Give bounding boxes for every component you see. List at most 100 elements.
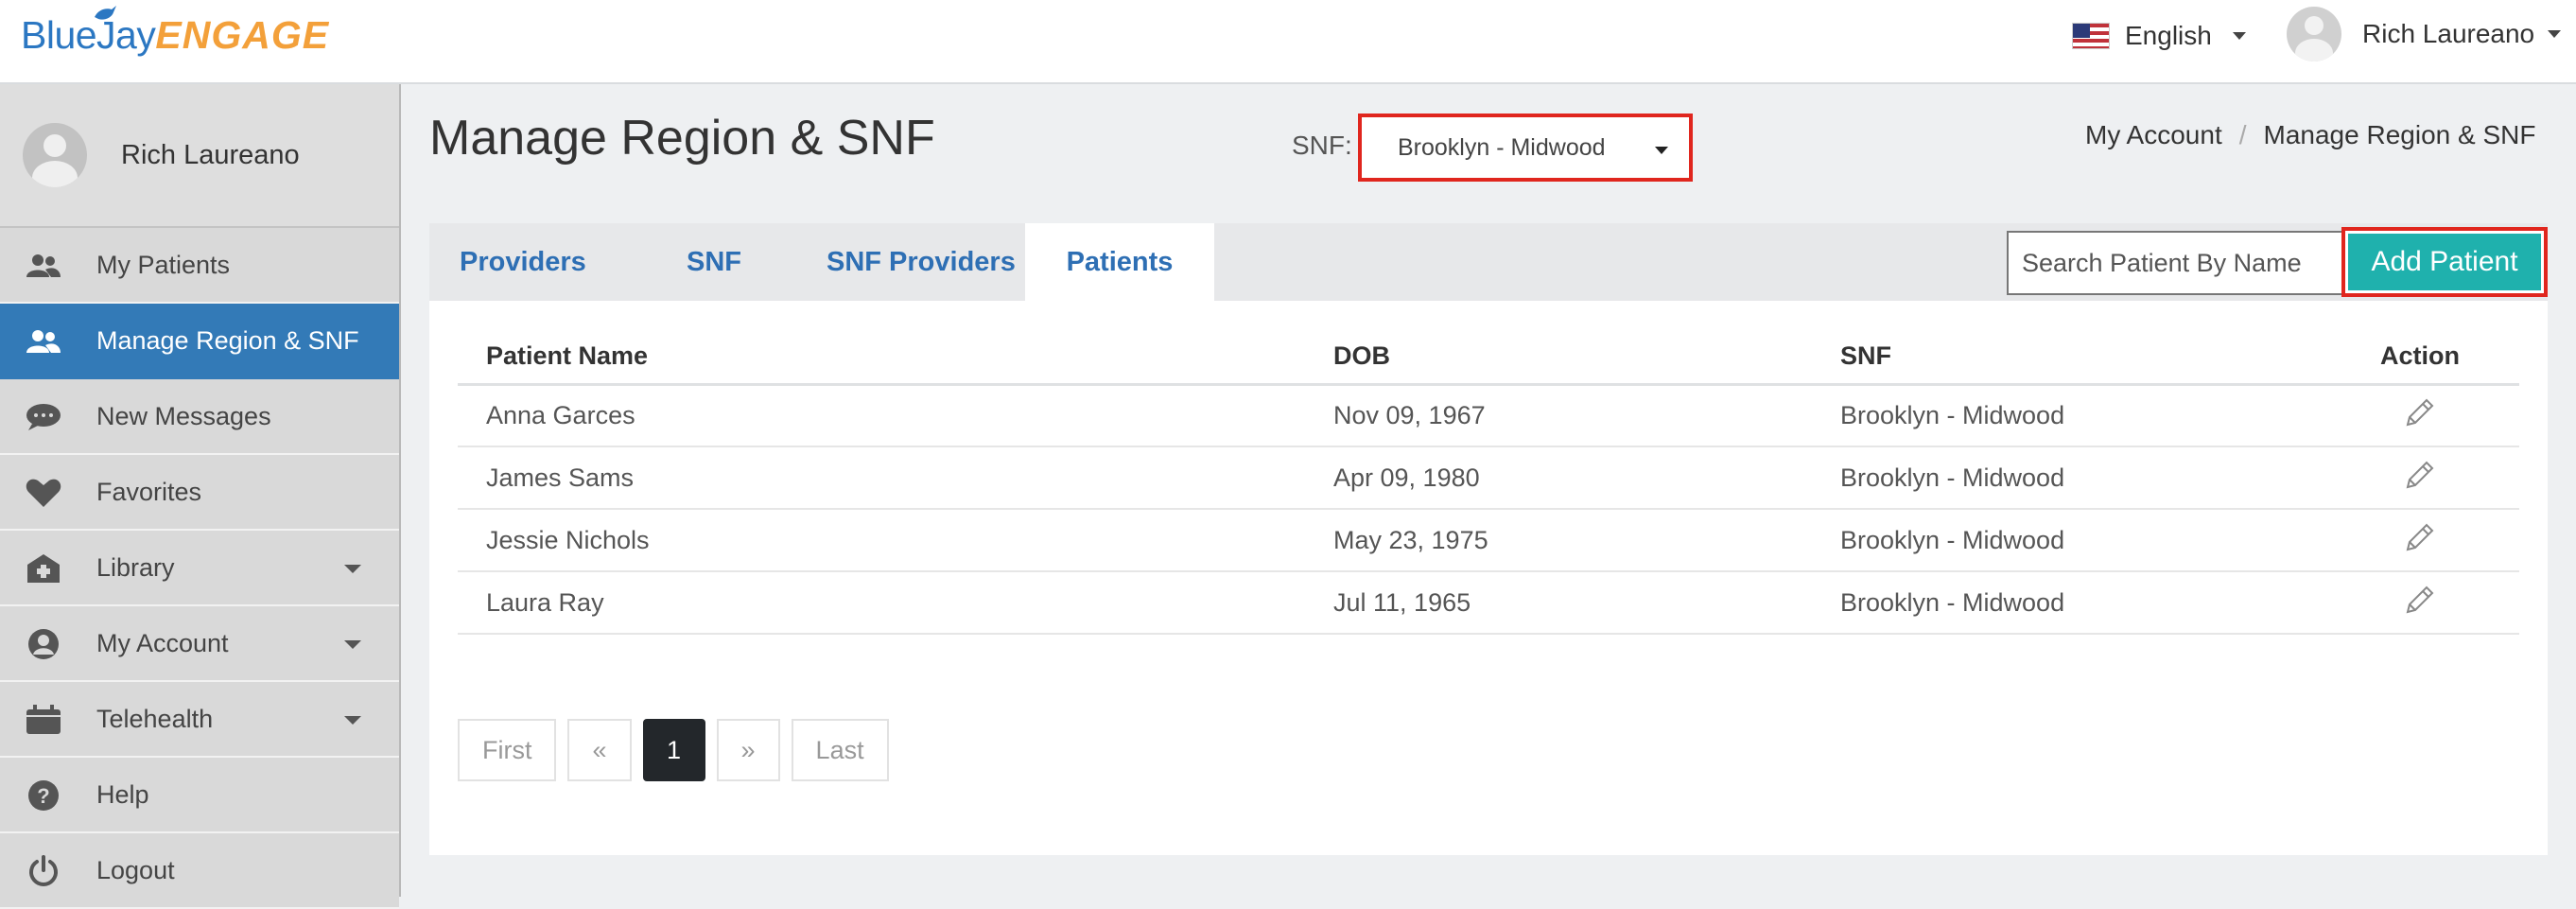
logo-text-bluejay: BlueJay (21, 13, 156, 57)
sidebar-item-favorites[interactable]: Favorites (0, 455, 399, 531)
tab-providers[interactable]: Providers (460, 223, 586, 301)
column-dob: DOB (1305, 329, 1812, 386)
bird-icon (95, 6, 116, 20)
sidebar-item-library[interactable]: Library (0, 531, 399, 606)
pencil-icon (2406, 461, 2434, 488)
add-patient-button[interactable]: Add Patient (2341, 227, 2548, 297)
sidebar-item-label: Library (96, 552, 175, 582)
snf-cell: Brooklyn - Midwood (1812, 446, 2321, 510)
users-icon (25, 326, 62, 357)
table-header-row: Patient Name DOB SNF Action (458, 329, 2519, 386)
chevron-down-icon (1655, 147, 1668, 154)
edit-button[interactable] (2321, 571, 2519, 635)
breadcrumb-current: Manage Region & SNF (2263, 120, 2536, 149)
patient-name-cell: Anna Garces (458, 384, 1305, 447)
patients-table: Patient Name DOB SNF Action Anna Garces … (458, 329, 2519, 635)
snf-label: SNF: (1292, 131, 1352, 160)
bluejay-engage-logo[interactable]: BlueJay ENGAGE (21, 6, 329, 70)
sidebar-item-label: New Messages (96, 401, 271, 430)
sidebar-item-my-account[interactable]: My Account (0, 606, 399, 682)
patient-name-cell: James Sams (458, 446, 1305, 510)
page-first-button[interactable]: First (458, 719, 557, 781)
sidebar-item-my-patients[interactable]: My Patients (0, 228, 399, 304)
breadcrumb-separator: / (2238, 120, 2247, 149)
sidebar-item-telehealth[interactable]: Telehealth (0, 682, 399, 758)
chevron-down-icon (2232, 32, 2246, 40)
heart-icon (25, 478, 62, 508)
dob-cell: Jul 11, 1965 (1305, 571, 1812, 635)
us-flag-icon (2072, 23, 2110, 49)
search-placeholder: Search Patient By Name (2022, 248, 2302, 277)
tab-bar: Providers SNF SNF Providers Patients Sea… (429, 223, 2548, 301)
chevron-down-icon (344, 716, 361, 725)
snf-dropdown[interactable]: Brooklyn - Midwood (1358, 114, 1693, 182)
table-row: Anna Garces Nov 09, 1967 Brooklyn - Midw… (458, 384, 2519, 447)
patient-name-cell: Laura Ray (458, 571, 1305, 635)
page-title: Manage Region & SNF (429, 111, 935, 166)
edit-button[interactable] (2321, 509, 2519, 572)
content-panel: Providers SNF SNF Providers Patients Sea… (429, 223, 2548, 855)
sidebar-item-new-messages[interactable]: New Messages (0, 379, 399, 455)
sidebar-item-help[interactable]: ? Help (0, 758, 399, 833)
top-header: BlueJay ENGAGE English Rich Laureano (0, 0, 2576, 84)
page-prev-button[interactable]: « (567, 719, 632, 781)
sidebar-item-manage-region-snf[interactable]: Manage Region & SNF (0, 304, 399, 379)
sidebar-item-label: Telehealth (96, 704, 214, 733)
chevron-down-icon (2548, 30, 2562, 38)
snf-selected-value: Brooklyn - Midwood (1398, 133, 1606, 161)
sidebar-item-label: Help (96, 779, 149, 809)
language-label: English (2125, 21, 2212, 50)
tab-snf[interactable]: SNF (687, 223, 741, 301)
dob-cell: Apr 09, 1980 (1305, 446, 1812, 510)
column-action: Action (2321, 329, 2519, 386)
sidebar-item-logout[interactable]: Logout (0, 833, 399, 909)
dob-cell: May 23, 1975 (1305, 509, 1812, 572)
svg-text:?: ? (37, 784, 49, 808)
tab-snf-providers[interactable]: SNF Providers (827, 223, 1016, 301)
pencil-icon (2406, 398, 2434, 427)
add-patient-label: Add Patient (2348, 234, 2541, 290)
snf-cell: Brooklyn - Midwood (1812, 571, 2321, 635)
avatar (2287, 7, 2341, 61)
sidebar: Rich Laureano My Patients Manage Region … (0, 84, 401, 909)
page-last-button[interactable]: Last (791, 719, 889, 781)
sidebar-item-label: Logout (96, 855, 175, 884)
dob-cell: Nov 09, 1967 (1305, 384, 1812, 447)
sidebar-item-label: Manage Region & SNF (96, 325, 359, 355)
chevron-down-icon (344, 565, 361, 573)
pencil-icon (2406, 586, 2434, 613)
pagination: First « 1 » Last (458, 719, 889, 781)
sidebar-user-name: Rich Laureano (121, 139, 300, 170)
chevron-down-icon (344, 640, 361, 649)
user-menu[interactable]: Rich Laureano (2287, 6, 2562, 62)
help-icon: ? (25, 780, 62, 811)
sidebar-item-label: My Account (96, 628, 229, 657)
snf-cell: Brooklyn - Midwood (1812, 384, 2321, 447)
table-row: James Sams Apr 09, 1980 Brooklyn - Midwo… (458, 446, 2519, 510)
sidebar-user: Rich Laureano (0, 84, 399, 228)
sidebar-item-label: My Patients (96, 250, 231, 279)
breadcrumb-my-account[interactable]: My Account (2085, 120, 2222, 150)
power-icon (25, 855, 62, 886)
language-selector[interactable]: English (2072, 17, 2246, 55)
table-row: Jessie Nichols May 23, 1975 Brooklyn - M… (458, 509, 2519, 572)
tab-patients[interactable]: Patients (1025, 223, 1214, 301)
snf-cell: Brooklyn - Midwood (1812, 509, 2321, 572)
edit-button[interactable] (2321, 446, 2519, 510)
patient-search-input[interactable]: Search Patient By Name (2007, 231, 2345, 295)
page-next-button[interactable]: » (716, 719, 780, 781)
column-snf: SNF (1812, 329, 2321, 386)
edit-button[interactable] (2321, 384, 2519, 447)
user-name: Rich Laureano (2362, 19, 2535, 48)
chat-bubble-icon (25, 402, 62, 432)
users-icon (25, 251, 62, 281)
page-1-button[interactable]: 1 (642, 719, 705, 781)
avatar (23, 123, 87, 187)
account-icon (25, 629, 62, 659)
breadcrumb: My Account / Manage Region & SNF (2085, 120, 2535, 150)
table-row: Laura Ray Jul 11, 1965 Brooklyn - Midwoo… (458, 571, 2519, 635)
library-icon (25, 553, 62, 584)
column-patient-name: Patient Name (458, 329, 1305, 386)
calendar-icon (25, 705, 62, 735)
patient-name-cell: Jessie Nichols (458, 509, 1305, 572)
